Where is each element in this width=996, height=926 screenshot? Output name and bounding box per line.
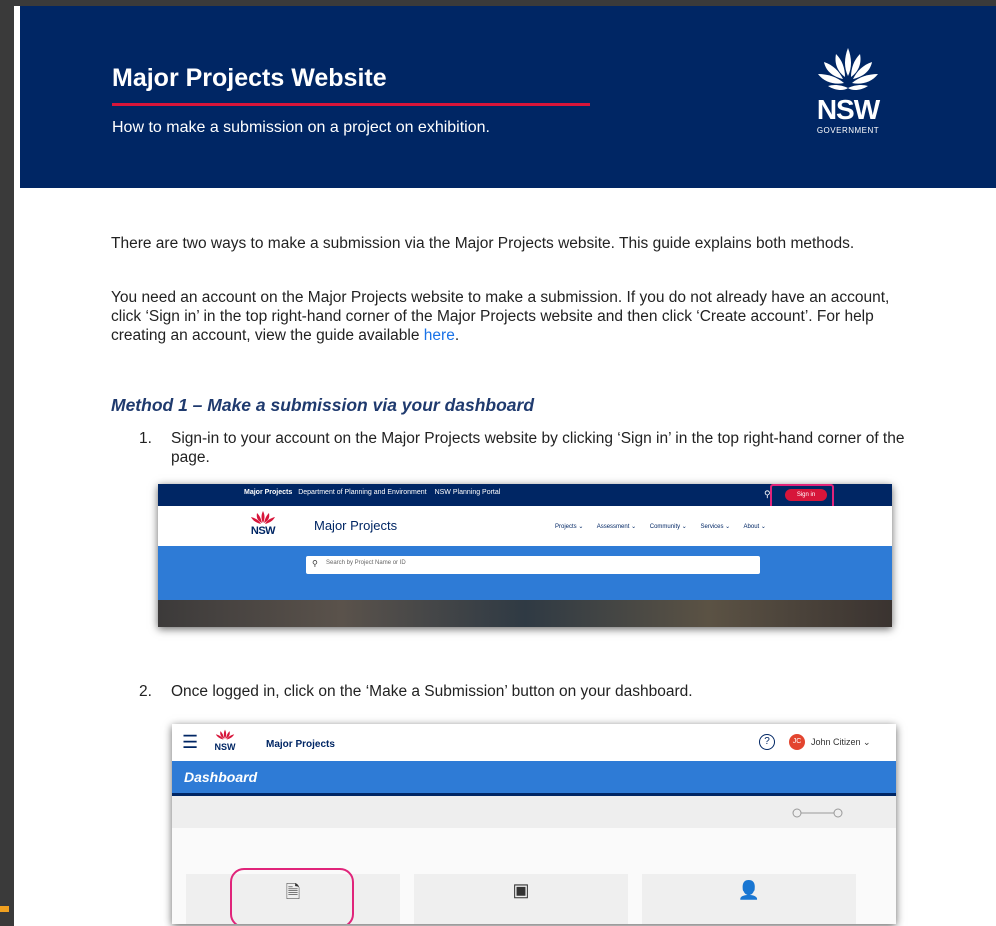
intro-paragraph-1: There are two ways to make a submission … [111,235,855,252]
nsw-government-logo: NSW GOVERNMENT [806,44,906,144]
step-text: Sign-in to your account on the Major Pro… [171,430,905,466]
site-title[interactable]: Major Projects [314,518,397,533]
main-nav: NSW Major Projects Projects ⌄ Assessment… [158,506,892,546]
intro-paragraph-2-text: You need an account on the Major Project… [111,289,890,344]
nav-menu: Projects ⌄ Assessment ⌄ Community ⌄ Serv… [555,523,778,530]
user-menu[interactable]: John Citizen ⌄ [811,737,871,748]
person-icon: 👤 [737,880,761,900]
search-placeholder: Search by Project Name or ID [326,560,406,566]
waratah-icon [251,511,275,524]
nav-item-about[interactable]: About ⌄ [744,524,766,530]
nsw-logo: NSW [212,728,238,756]
logo-subtext: GOVERNMENT [816,126,880,135]
screenshot-site-header: Major Projects Department of Planning an… [158,484,892,627]
intro-paragraph-2: You need an account on the Major Project… [111,288,911,345]
page-title: Dashboard [184,769,258,785]
search-band: ⚲ Search by Project Name or ID [158,546,892,600]
waratah-icon [818,48,878,91]
top-link[interactable]: Department of Planning and Environment [298,489,426,496]
title-underline [112,103,590,106]
help-icon[interactable]: ? [759,734,775,750]
profile-card[interactable]: 👤 [642,874,856,924]
nsw-logo: NSW [246,510,280,540]
screenshot-dashboard: ☰ NSW Major Projects ? JC John Citizen ⌄ [172,724,896,924]
site-title[interactable]: Major Projects [266,739,335,750]
document-title: Major Projects Website [112,64,387,92]
viewer-indicator [0,906,9,912]
step-text: Once logged in, click on the ‘Make a Sub… [171,683,693,700]
method-1-heading: Method 1 – Make a submission via your da… [111,395,535,415]
nav-item-assessment[interactable]: Assessment ⌄ [597,524,636,530]
submission-highlight [230,868,354,924]
search-input[interactable]: ⚲ Search by Project Name or ID [306,556,760,574]
header-banner: Major Projects Website How to make a sub… [20,6,996,188]
toolbar-strip [172,796,896,828]
logo-wordmark: NSW [250,525,276,537]
dashboard-header: ☰ NSW Major Projects ? JC John Citizen ⌄ [172,724,896,761]
menu-icon[interactable]: ☰ [182,733,198,751]
dashboard-body: 🗎 ▣ 👤 [172,828,896,924]
stepper-icon [792,808,843,818]
intro-paragraph-2-end: . [454,327,460,344]
step-number: 1. [139,430,152,447]
hero-image [158,600,892,627]
guide-link[interactable]: here [424,327,455,344]
dashboard-title-bar: Dashboard [172,761,896,796]
wallet-card[interactable]: ▣ [414,874,628,924]
search-icon: ⚲ [312,559,318,568]
document-page: Major Projects Website How to make a sub… [14,6,996,926]
viewer-frame [0,0,14,912]
avatar[interactable]: JC [789,734,805,750]
nav-item-community[interactable]: Community ⌄ [650,524,687,530]
document-subtitle: How to make a submission on a project on… [112,119,490,136]
nav-item-projects[interactable]: Projects ⌄ [555,524,583,530]
top-links: Major Projects Department of Planning an… [244,489,506,496]
wallet-icon: ▣ [512,880,530,900]
logo-wordmark: NSW [214,742,236,752]
waratah-icon [215,729,235,740]
top-link[interactable]: Major Projects [244,489,292,496]
top-link[interactable]: NSW Planning Portal [435,489,501,496]
logo-wordmark: NSW [816,94,880,125]
nav-item-services[interactable]: Services ⌄ [700,524,730,530]
step-number: 2. [139,683,152,700]
